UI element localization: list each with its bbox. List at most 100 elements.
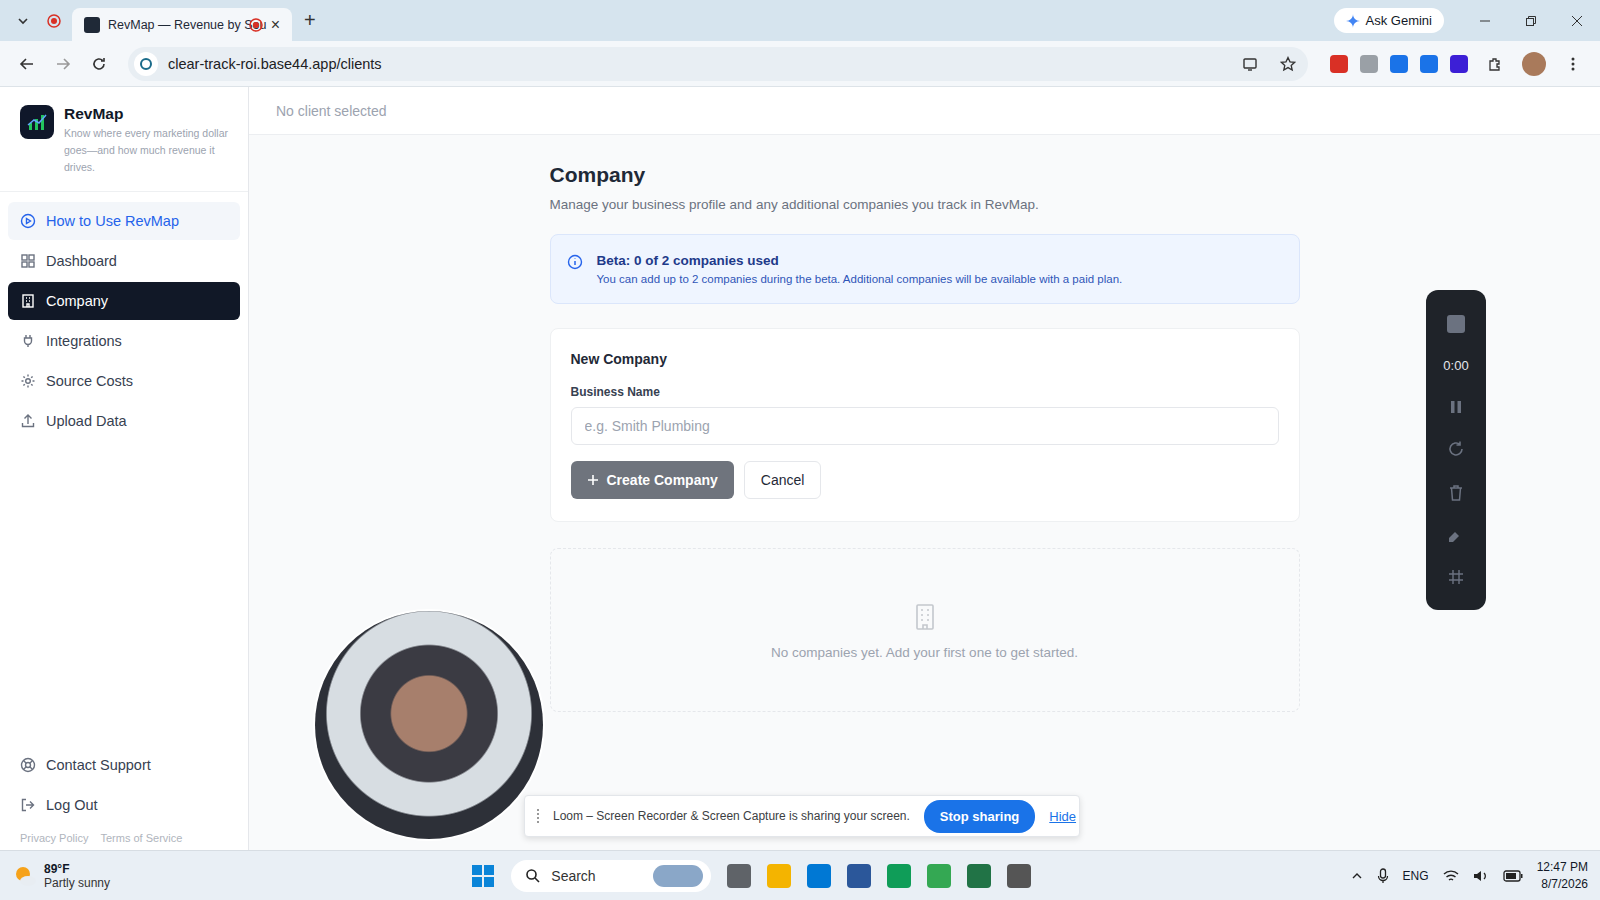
record-icon[interactable] — [36, 14, 72, 28]
taskbar-app-icon[interactable] — [927, 864, 951, 888]
taskbar-app-icon[interactable] — [727, 864, 751, 888]
ask-gemini-button[interactable]: Ask Gemini — [1334, 8, 1444, 33]
taskbar: 89°FPartly sunny Search ENG 12:47 PM8/7/202… — [0, 850, 1600, 900]
plus-icon — [587, 474, 599, 486]
support-icon — [20, 757, 36, 773]
upload-icon — [20, 413, 36, 429]
empty-state: No companies yet. Add your first one to … — [550, 548, 1300, 712]
stop-sharing-button[interactable]: Stop sharing — [924, 800, 1035, 833]
recording-icon — [249, 18, 263, 32]
menu-dots-icon[interactable] — [1558, 49, 1588, 79]
page-title: Company — [550, 163, 1300, 187]
gemini-icon — [1346, 14, 1360, 28]
taskbar-app-icon[interactable] — [1007, 864, 1031, 888]
install-icon[interactable] — [1242, 56, 1258, 72]
create-company-button[interactable]: Create Company — [571, 461, 734, 499]
hide-link[interactable]: Hide — [1049, 809, 1076, 824]
pause-icon[interactable] — [1448, 399, 1464, 415]
client-selector[interactable]: No client selected — [276, 103, 387, 119]
draw-icon[interactable] — [1447, 528, 1465, 544]
sidebar-item[interactable]: How to Use RevMap — [8, 202, 240, 240]
building-icon — [20, 293, 36, 309]
address-bar[interactable]: clear-track-roi.base44.app/clients — [128, 47, 1308, 81]
extension-icon[interactable] — [1360, 55, 1378, 73]
search-highlight-icon — [653, 865, 703, 887]
app: RevMap Know where every marketing dollar … — [0, 87, 1600, 850]
search-icon — [525, 868, 541, 884]
sidebar-item[interactable]: Integrations — [8, 322, 240, 360]
brand-tagline: Know where every marketing dollar goes—a… — [64, 125, 232, 175]
new-company-card: New Company Business Name Create Company Ca… — [550, 328, 1300, 522]
sidebar-footer: Contact SupportLog Out Privacy Policy Term… — [0, 746, 248, 850]
taskbar-app-icon[interactable] — [807, 864, 831, 888]
extension-icon[interactable] — [1420, 55, 1438, 73]
brand: RevMap Know where every marketing dollar … — [0, 87, 248, 192]
taskbar-search[interactable]: Search — [511, 860, 711, 892]
page-subtitle: Manage your business profile and any add… — [550, 197, 1300, 212]
restart-icon[interactable] — [1447, 440, 1465, 458]
profile-avatar-icon[interactable] — [1522, 52, 1546, 76]
restore-button[interactable] — [1508, 0, 1554, 41]
sidebar-item[interactable]: Source Costs — [8, 362, 240, 400]
building-icon — [909, 601, 941, 633]
wifi-icon[interactable] — [1443, 869, 1459, 883]
bookmark-star-icon[interactable] — [1280, 56, 1296, 72]
drag-handle-icon[interactable] — [537, 809, 539, 823]
business-name-input[interactable] — [571, 407, 1279, 445]
share-message: Loom – Screen Recorder & Screen Capture … — [553, 809, 910, 823]
sidebar-item[interactable]: Dashboard — [8, 242, 240, 280]
microphone-icon[interactable] — [1377, 868, 1389, 884]
chevron-up-icon[interactable] — [1351, 870, 1363, 882]
trash-icon[interactable] — [1448, 484, 1464, 502]
battery-icon[interactable] — [1503, 870, 1523, 882]
tab-search-icon[interactable] — [10, 15, 36, 27]
volume-icon[interactable] — [1473, 869, 1489, 883]
sun-icon — [12, 863, 38, 889]
minimize-button[interactable] — [1462, 0, 1508, 41]
brand-name: RevMap — [64, 105, 232, 123]
sidebar-footer-item[interactable]: Log Out — [8, 786, 240, 824]
extension-icon[interactable] — [1450, 55, 1468, 73]
forward-arrow-icon[interactable] — [48, 49, 78, 79]
extension-icon[interactable] — [1330, 55, 1348, 73]
taskbar-app-icon[interactable] — [967, 864, 991, 888]
plug-icon — [20, 333, 36, 349]
beta-notice: Beta: 0 of 2 companies usedYou can add u… — [550, 234, 1300, 304]
recording-timer: 0:00 — [1443, 358, 1468, 373]
empty-text: No companies yet. Add your first one to … — [771, 645, 1078, 660]
clock[interactable]: 12:47 PM8/7/2026 — [1537, 859, 1588, 891]
cancel-button[interactable]: Cancel — [744, 461, 822, 499]
taskbar-app-icon[interactable] — [847, 864, 871, 888]
site-info-icon[interactable] — [134, 52, 158, 76]
logout-icon — [20, 797, 36, 813]
taskbar-app-icon[interactable] — [767, 864, 791, 888]
screen-share-bar: Loom – Screen Recorder & Screen Capture … — [524, 795, 1080, 837]
sidebar-item[interactable]: Company — [8, 282, 240, 320]
back-arrow-icon[interactable] — [12, 49, 42, 79]
field-label: Business Name — [571, 385, 1279, 399]
stop-icon[interactable] — [1447, 315, 1465, 333]
sidebar-footer-item[interactable]: Contact Support — [8, 746, 240, 784]
tab-close-button[interactable]: × — [271, 16, 280, 34]
new-tab-button[interactable]: + — [304, 9, 316, 32]
close-window-button[interactable] — [1554, 0, 1600, 41]
legal-link[interactable]: Privacy Policy — [20, 832, 88, 844]
logo-icon — [20, 105, 54, 139]
loom-controls: 0:00 — [1426, 290, 1486, 610]
language-indicator[interactable]: ENG — [1403, 869, 1429, 883]
grid-icon[interactable] — [1448, 569, 1464, 585]
grid-icon — [20, 253, 36, 269]
sidebar-item[interactable]: Upload Data — [8, 402, 240, 440]
info-icon — [567, 254, 583, 270]
card-title: New Company — [571, 351, 1279, 367]
weather-widget[interactable]: 89°FPartly sunny — [12, 862, 212, 890]
windows-start-icon[interactable] — [471, 864, 495, 888]
play-icon — [20, 213, 36, 229]
browser-tab[interactable]: RevMap — Revenue by Sou× — [72, 8, 292, 41]
extension-icon[interactable] — [1390, 55, 1408, 73]
taskbar-app-icon[interactable] — [887, 864, 911, 888]
puzzle-icon[interactable] — [1480, 49, 1510, 79]
reload-icon[interactable] — [84, 49, 114, 79]
webcam-bubble[interactable] — [313, 609, 545, 841]
legal-link[interactable]: Terms of Service — [100, 832, 182, 844]
